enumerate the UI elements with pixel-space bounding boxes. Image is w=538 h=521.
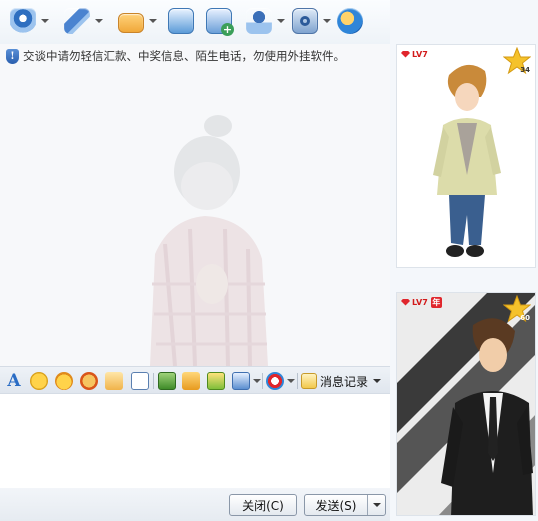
level-text: LV7: [412, 297, 428, 307]
send-options-button[interactable]: [367, 495, 385, 515]
user-monitor-icon: [246, 8, 272, 34]
qzone-icon: [337, 8, 363, 34]
gift-icon[interactable]: [207, 372, 225, 390]
toolbar-divider: [297, 373, 298, 389]
send-button[interactable]: 发送(S): [304, 494, 386, 516]
payment-icon[interactable]: [266, 372, 284, 390]
emoji-icon[interactable]: [30, 372, 48, 390]
mail-icon: [168, 8, 194, 34]
top-toolbar: +: [0, 0, 390, 44]
chevron-down-icon[interactable]: [253, 379, 261, 383]
folder-icon: [118, 13, 144, 33]
security-notice: ! 交谈中请勿轻信汇款、中奖信息、陌生电话，勿使用外挂软件。: [6, 47, 345, 65]
font-button[interactable]: A: [5, 370, 23, 392]
qq-chat-window: + ! 交谈中请勿轻信汇款、中奖信息、陌生电话，勿使用外挂软件。 A 消息记录 …: [0, 0, 538, 521]
send-file-button[interactable]: [118, 6, 157, 36]
remote-assist-button[interactable]: [246, 6, 285, 36]
chevron-down-icon[interactable]: [323, 19, 331, 23]
message-history-button[interactable]: 消息记录: [301, 371, 382, 391]
my-avatar-show[interactable]: LV7 年 60: [396, 292, 536, 516]
close-button[interactable]: 关闭(C): [229, 494, 297, 516]
chevron-down-icon: [373, 379, 382, 383]
avatar-figure-boy: [433, 64, 501, 257]
security-notice-text: 交谈中请勿轻信汇款、中奖信息、陌生电话，勿使用外挂软件。: [23, 49, 345, 63]
screenshot-icon[interactable]: [131, 372, 149, 390]
chevron-down-icon: [372, 503, 381, 507]
toolbar-divider: [262, 373, 263, 389]
chevron-down-icon[interactable]: [277, 19, 285, 23]
message-area[interactable]: ! 交谈中请勿轻信汇款、中奖信息、陌生电话，勿使用外挂软件。: [0, 44, 390, 366]
chevron-down-icon[interactable]: [149, 19, 157, 23]
bottom-bar: 关闭(C) 发送(S): [0, 488, 390, 521]
app-button[interactable]: [292, 6, 331, 36]
star-count: 60: [520, 314, 530, 322]
screen-share-icon[interactable]: [232, 372, 250, 390]
shield-icon: !: [6, 48, 19, 64]
microphone-icon: [64, 8, 90, 34]
image-icon[interactable]: [158, 372, 176, 390]
level-badge: LV7 年: [401, 296, 442, 308]
diamond-icon: [401, 298, 410, 306]
nudge-icon[interactable]: [80, 372, 98, 390]
right-panel: LV7 34 LV7 年 60: [390, 0, 538, 521]
year-vip-badge: 年: [430, 296, 442, 308]
message-history-label: 消息记录: [320, 374, 369, 389]
avatar-background: [397, 293, 535, 515]
background-photo: [0, 44, 390, 366]
create-group-button[interactable]: +: [206, 6, 234, 36]
send-message-button[interactable]: [168, 6, 194, 36]
send-button-label: 发送(S): [315, 498, 357, 513]
voice-message-icon[interactable]: [105, 372, 123, 390]
magic-emoji-icon[interactable]: [55, 372, 73, 390]
message-input[interactable]: [0, 394, 390, 488]
chevron-down-icon[interactable]: [41, 19, 49, 23]
chevron-down-icon[interactable]: [287, 379, 295, 383]
voice-call-button[interactable]: [64, 6, 103, 36]
history-icon: [301, 373, 317, 389]
qzone-button[interactable]: [337, 6, 363, 36]
group-add-icon: +: [206, 8, 234, 36]
contact-avatar-show[interactable]: LV7 34: [396, 44, 536, 268]
video-call-button[interactable]: [10, 6, 49, 36]
close-button-label: 关闭(C): [242, 498, 284, 513]
format-toolbar: A 消息记录: [0, 366, 390, 394]
settings-app-icon: [292, 8, 318, 34]
chevron-down-icon[interactable]: [95, 19, 103, 23]
webcam-icon: [10, 8, 36, 34]
music-icon[interactable]: [182, 372, 200, 390]
toolbar-divider: [153, 373, 154, 389]
